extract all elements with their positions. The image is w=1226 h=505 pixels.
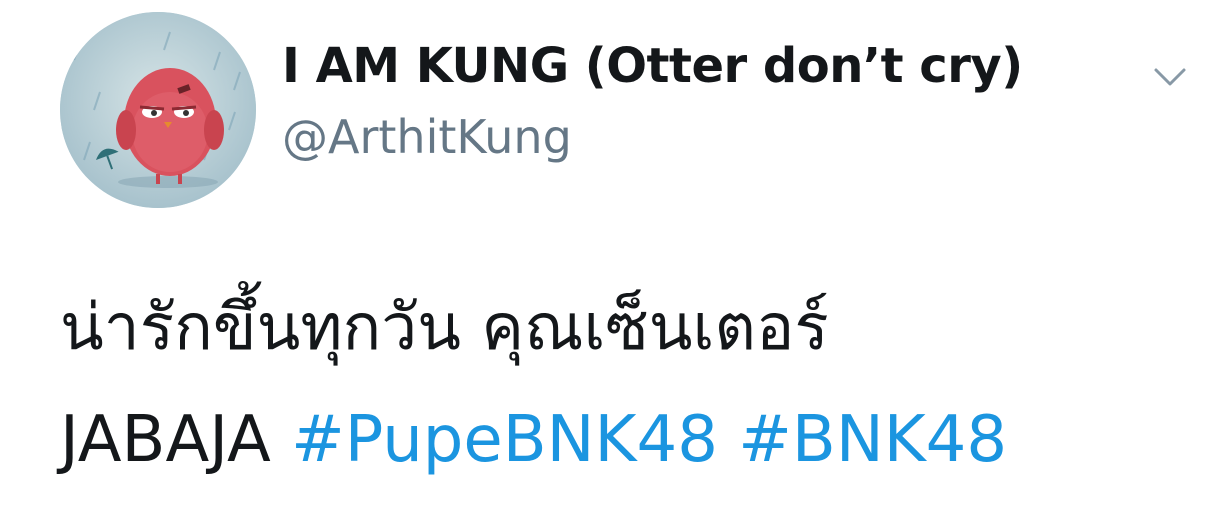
- display-name[interactable]: I AM KUNG (Otter don’t cry): [282, 38, 1023, 94]
- tweet-text-line-1: น่ารักขึ้นทุกวัน คุณเซ็นเตอร์: [60, 291, 829, 365]
- tweet-card: I AM KUNG (Otter don’t cry) @ArthitKung …: [0, 0, 1226, 505]
- hashtag-link-bnk48[interactable]: #BNK48: [738, 403, 1007, 477]
- tweet-menu-button[interactable]: [1150, 62, 1190, 92]
- chevron-down-icon: [1154, 68, 1186, 86]
- tweet-text: น่ารักขึ้นทุกวัน คุณเซ็นเตอร์ JABAJA #Pu…: [60, 272, 1200, 496]
- user-handle[interactable]: @ArthitKung: [282, 110, 572, 164]
- red-bird-in-rain-avatar: [60, 12, 256, 208]
- tweet-text-word: JABAJA: [60, 403, 271, 477]
- hashtag-link-pupebnk48[interactable]: #PupeBNK48: [291, 403, 718, 477]
- tweet-text-line-2: JABAJA #PupeBNK48 #BNK48: [60, 384, 1200, 496]
- avatar[interactable]: [60, 12, 256, 208]
